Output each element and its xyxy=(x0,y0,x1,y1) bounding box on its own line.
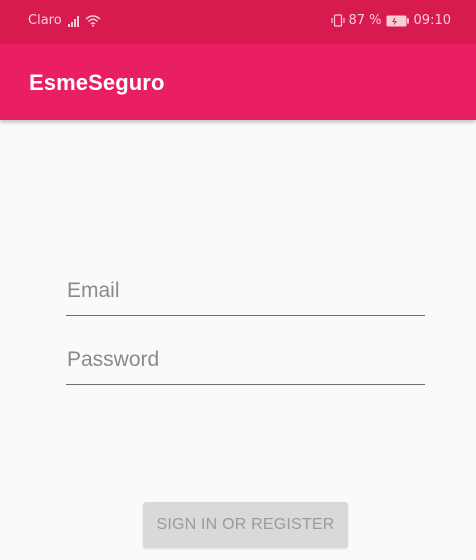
status-right: 87 % 09:10 xyxy=(330,13,451,28)
battery-percent: 87 % xyxy=(348,13,382,28)
password-field-container xyxy=(66,341,425,385)
app-title: EsmeSeguro xyxy=(29,70,165,95)
app-screen: Claro 87 % 09:10 EsmeSeguro Email SIGN I… xyxy=(0,0,476,560)
battery-icon xyxy=(386,15,410,27)
vibrate-icon xyxy=(330,14,345,27)
clock: 09:10 xyxy=(413,13,451,28)
status-bar: Claro 87 % 09:10 xyxy=(0,0,476,44)
sign-in-or-register-button[interactable]: SIGN IN OR REGISTER xyxy=(143,502,348,548)
status-left: Claro xyxy=(28,13,101,28)
password-field[interactable] xyxy=(66,341,425,385)
wifi-icon xyxy=(85,14,101,27)
carrier-label: Claro xyxy=(28,13,62,28)
app-bar: EsmeSeguro xyxy=(0,44,476,120)
signal-icon xyxy=(67,15,79,27)
email-field-container xyxy=(66,272,425,316)
email-field[interactable] xyxy=(66,272,425,316)
